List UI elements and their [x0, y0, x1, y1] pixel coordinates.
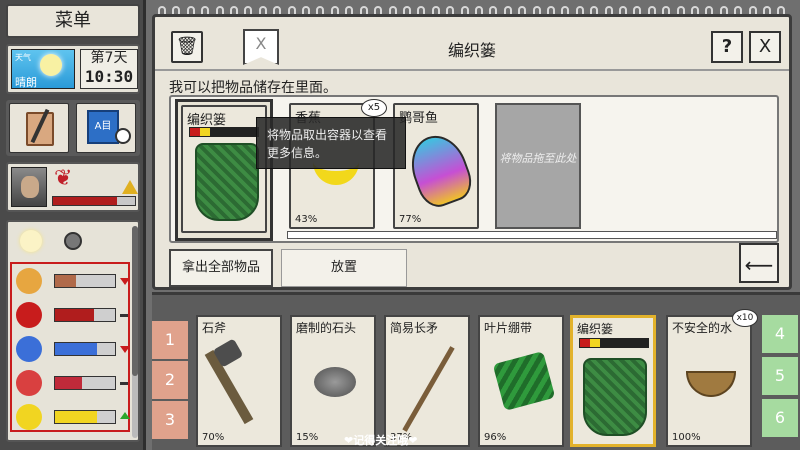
stat-row — [12, 298, 130, 332]
arrow-left-icon: ⟵ — [744, 253, 774, 277]
sun-icon — [40, 54, 62, 76]
weather-text: 晴朗 — [15, 76, 37, 89]
hotbar-tab-3[interactable]: 3 — [152, 401, 188, 439]
daylight-icon — [20, 230, 42, 252]
journal-button[interactable] — [9, 103, 69, 153]
watermark-caption: ❤记得关注哦❤ — [344, 434, 418, 447]
sidebar: 菜单 天气 晴朗 第7天 10:30 A目 ❦ — [0, 0, 146, 450]
stat-level-bar — [54, 410, 116, 424]
temperature-icon — [16, 370, 42, 396]
dialog-description: 我可以把物品储存在里面。 — [169, 80, 337, 96]
dialog-header: 🗑 X 编织篓 ? X — [155, 17, 789, 71]
spear-icon — [402, 346, 455, 432]
stack-count-badge: x10 — [732, 309, 758, 327]
hotbar-tab-2[interactable]: 2 — [152, 361, 188, 399]
coral-icon: ❦ — [54, 166, 73, 191]
health-icon — [16, 302, 42, 328]
hotbar-item-leaf-bandage[interactable]: 叶片绷带 96% — [478, 315, 564, 447]
item-name: 石斧 — [202, 321, 227, 335]
durability-bar — [189, 127, 259, 137]
coconut-bowl-icon — [686, 371, 736, 397]
stack-count-badge: x5 — [361, 99, 387, 117]
warning-icon — [122, 180, 138, 194]
hotbar-item-sharpened-stone[interactable]: 磨制的石头 15% — [290, 315, 376, 447]
durability-bar — [579, 338, 649, 348]
hotbar-item-stone-axe[interactable]: 石斧 70% — [196, 315, 282, 447]
water-icon — [16, 336, 42, 362]
hotbar: 1 2 3 4 5 6 石斧 70% 磨制的石头 15% 简易长矛 37% 叶片… — [152, 292, 800, 450]
stat-level-bar — [54, 376, 116, 390]
weather-label: 天气 — [15, 53, 31, 62]
trend-steady-icon — [120, 314, 128, 317]
insect-icon — [64, 232, 82, 250]
container-dialog: 🗑 X 编织篓 ? X 我可以把物品储存在里面。 编织篓 香蕉 x5 43% — [152, 6, 792, 290]
hotbar-item-unsafe-water[interactable]: 不安全的水 x10 100% — [666, 309, 758, 447]
trend-down-icon — [120, 346, 130, 353]
weather-panel: 天气 晴朗 第7天 10:30 — [6, 44, 140, 94]
slots-scrollbar[interactable] — [287, 231, 777, 239]
item-name: 编织篓 — [187, 113, 227, 128]
item-name: 编织篓 — [577, 322, 614, 336]
item-freshness: 43% — [295, 214, 318, 225]
stat-level-bar — [54, 342, 116, 356]
clock-icon — [115, 128, 131, 144]
stat-row — [12, 400, 130, 434]
exit-arrow-button[interactable]: ⟵ — [739, 243, 779, 283]
item-water-level: 100% — [672, 432, 701, 443]
trend-down-icon — [120, 278, 130, 285]
hotbar-tab-1[interactable]: 1 — [152, 321, 188, 359]
drop-slot[interactable]: 将物品拖至此处 — [495, 103, 581, 229]
hotbar-item-spear[interactable]: 简易长矛 37% — [384, 315, 470, 447]
stat-row — [12, 332, 130, 366]
dialog-title: 编织篓 — [447, 41, 496, 60]
parrotfish-icon — [402, 127, 478, 213]
trend-up-icon — [120, 412, 130, 419]
item-durability: 70% — [202, 432, 225, 443]
vital-stats — [10, 262, 130, 432]
item-name: 叶片绷带 — [484, 321, 533, 335]
clock-time: 10:30 — [84, 67, 134, 86]
item-durability: 15% — [296, 432, 319, 443]
hotbar-tab-6[interactable]: 6 — [762, 399, 798, 437]
close-button[interactable]: X — [749, 31, 781, 63]
stat-row — [12, 366, 130, 400]
dialog-body: 🗑 X 编织篓 ? X 我可以把物品储存在里面。 编织篓 香蕉 x5 43% — [152, 14, 792, 290]
stone-icon — [314, 367, 356, 397]
food-icon — [16, 268, 42, 294]
container-item-card[interactable]: 编织篓 — [181, 105, 267, 233]
menu-button[interactable]: 菜单 — [6, 4, 140, 38]
guide-book-button[interactable]: A目 — [76, 103, 136, 153]
stat-level-bar — [54, 274, 116, 288]
hotbar-item-woven-basket[interactable]: 编织篓 — [570, 315, 656, 447]
woven-basket-icon — [583, 358, 647, 436]
item-name: 磨制的石头 — [296, 321, 357, 335]
item-freshness: 77% — [399, 214, 422, 225]
hotbar-tab-4[interactable]: 4 — [762, 315, 798, 353]
trend-steady-icon — [120, 382, 128, 385]
stat-row — [12, 264, 130, 298]
item-durability: 96% — [484, 432, 507, 443]
status-scrollbar[interactable] — [132, 226, 138, 438]
tool-panel: A目 — [6, 100, 140, 156]
leaf-bandage-icon — [492, 351, 556, 411]
help-button[interactable]: ? — [711, 31, 743, 63]
take-all-button[interactable]: 拿出全部物品 — [169, 249, 273, 287]
item-name: 简易长矛 — [390, 321, 439, 335]
place-button[interactable]: 放置 — [281, 249, 407, 287]
stat-level-bar — [54, 308, 116, 322]
hotbar-tab-5[interactable]: 5 — [762, 357, 798, 395]
tooltip: 将物品取出容器以查看更多信息。 — [256, 117, 406, 169]
day-time-display: 第7天 10:30 — [80, 49, 138, 89]
weather-sunny-icon: 天气 晴朗 — [11, 49, 75, 89]
energy-icon — [16, 404, 42, 430]
guide-book-icon: A目 — [87, 110, 119, 144]
woven-basket-icon — [195, 143, 259, 221]
character-portrait[interactable] — [11, 167, 47, 207]
day-counter: 第7天 — [90, 50, 128, 66]
status-panel — [6, 220, 140, 442]
character-panel: ❦ — [6, 162, 140, 212]
character-status-bar — [52, 196, 136, 206]
